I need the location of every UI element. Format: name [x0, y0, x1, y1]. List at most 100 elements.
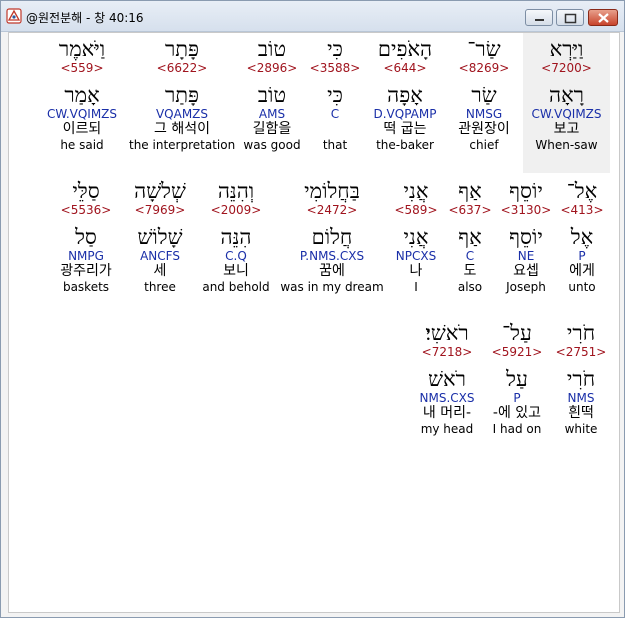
word-cell[interactable]: כִּי <3588> כִּי C that	[309, 37, 361, 152]
parsing-code: NMS.CXS	[419, 391, 475, 405]
english-gloss: also	[457, 280, 483, 294]
english-gloss: I had on	[492, 422, 542, 436]
strong-number: <5921>	[491, 345, 543, 359]
word-cell[interactable]: וַיַּרְא <7200> רָאָה CW.VQIMZS 보고 When-…	[523, 37, 610, 152]
parsing-code: NE	[517, 249, 535, 263]
hebrew-word: חֹרִי	[566, 321, 596, 345]
hebrew-lemma: אֲנִי	[403, 225, 429, 249]
parsing-code: VQAMZS	[155, 107, 209, 121]
word-cell[interactable]: פָּתָר <6622> פָּתַר VQAMZS 그 해석이 the in…	[129, 37, 235, 152]
korean-gloss: -에 있고	[492, 405, 542, 421]
hebrew-lemma: סַל	[75, 225, 97, 249]
close-icon	[598, 13, 609, 23]
word-cell[interactable]: סַלֵּי <5536> סַל NMPG 광주리가 baskets	[51, 179, 121, 294]
english-gloss: was good	[243, 138, 301, 152]
hebrew-word: שַׂר־	[467, 37, 501, 61]
english-gloss: chief	[469, 138, 499, 152]
hebrew-lemma: אֶל	[570, 225, 594, 249]
hebrew-word: עַל־	[502, 321, 532, 345]
minimize-button[interactable]	[525, 9, 553, 26]
hebrew-word: בַּחֲלוֹמִי	[304, 179, 360, 203]
english-gloss: he said	[60, 138, 104, 152]
korean-gloss: 도	[463, 263, 477, 279]
hebrew-word: וְהִנֵּה	[217, 179, 255, 203]
word-cell[interactable]: שְׁלֹשָׁה <7969> שָׁלוֹשׁ ANCFS 세 three	[125, 179, 195, 294]
hebrew-lemma: כִּי	[327, 83, 343, 107]
word-cell[interactable]: אֲנִי <589> אֲנִי NPCXS 나 I	[389, 179, 443, 294]
strong-number: <413>	[560, 203, 604, 217]
maximize-button[interactable]	[556, 9, 584, 26]
word-cell[interactable]: אֶל־ <413> אֶל P 에게 unto	[559, 179, 605, 294]
hebrew-lemma: עַל	[506, 367, 528, 391]
parsing-view: וַיַּרְא <7200> רָאָה CW.VQIMZS 보고 When-…	[8, 32, 620, 613]
hebrew-lemma: אָמַר	[64, 83, 100, 107]
english-gloss: I	[414, 280, 418, 294]
parsing-code: P	[578, 249, 586, 263]
parsing-code: CW.VQIMZS	[531, 107, 602, 121]
hebrew-word: וַיֹּאמֶר	[58, 37, 106, 61]
word-cell[interactable]: וְהִנֵּה <2009> הִנֵּה C.Q 보니 and behold	[199, 179, 273, 294]
english-gloss: the interpretation	[129, 138, 236, 152]
korean-gloss: 광주리가	[60, 263, 112, 279]
word-cell[interactable]: יוֹסֵף <3130> יוֹסֵף NE 요셉 Joseph	[499, 179, 553, 294]
word-cell[interactable]: הָאֹפִים <644> אָפָה D.VQPAMP 떡 굽는 the-b…	[363, 37, 447, 152]
korean-gloss: 내 머리-	[422, 405, 472, 421]
hebrew-lemma: שָׁלוֹשׁ	[137, 225, 183, 249]
hebrew-word: וַיַּרְא	[549, 37, 584, 61]
strong-number: <2751>	[555, 345, 607, 359]
hebrew-lemma: יוֹסֵף	[509, 225, 543, 249]
parsing-code: C	[465, 249, 475, 263]
hebrew-lemma: טוֹב	[257, 83, 287, 107]
korean-gloss: 흰떡	[568, 405, 594, 421]
hebrew-lemma: רֹאשׁ	[428, 367, 466, 391]
parsing-code: NMPG	[68, 249, 104, 263]
hebrew-lemma: חֲלוֹם	[311, 225, 353, 249]
title-bar[interactable]: @원전분해 - 창 40:16	[1, 1, 624, 32]
parsing-code: NMS	[567, 391, 595, 405]
strong-number: <2009>	[210, 203, 262, 217]
minimize-icon	[535, 19, 544, 21]
word-cell[interactable]: וַיֹּאמֶר <559> אָמַר CW.VQIMZS 이르되 he s…	[39, 37, 125, 152]
close-button[interactable]	[588, 9, 618, 26]
hebrew-lemma: רָאָה	[549, 83, 584, 107]
hebrew-lemma: הִנֵּה	[220, 225, 252, 249]
korean-gloss: 떡 굽는	[383, 121, 427, 137]
korean-gloss: 보고	[553, 121, 580, 137]
hebrew-word: אֲנִי	[403, 179, 429, 203]
english-gloss: baskets	[62, 280, 110, 294]
parsing-code: C.Q	[225, 249, 247, 263]
hebrew-lemma: חֹרִי	[566, 367, 596, 391]
strong-number: <5536>	[60, 203, 112, 217]
hebrew-word: סַלֵּי	[72, 179, 100, 203]
strong-number: <3130>	[500, 203, 552, 217]
word-cell[interactable]: רֹאשִׁי׃ <7218> רֹאשׁ NMS.CXS 내 머리- my h…	[409, 321, 485, 436]
korean-gloss: 세	[153, 263, 167, 279]
strong-number: <637>	[448, 203, 492, 217]
hebrew-word: פָּתָר	[164, 37, 200, 61]
parsing-code: P.NMS.CXS	[299, 249, 365, 263]
english-gloss: Joseph	[506, 280, 546, 294]
parsing-code: D.VQPAMP	[373, 107, 437, 121]
strong-number: <2472>	[306, 203, 358, 217]
app-icon	[6, 8, 22, 24]
parsing-code: NMSG	[465, 107, 503, 121]
word-cell[interactable]: חֹרִי <2751> חֹרִי NMS 흰떡 white	[555, 321, 607, 436]
hebrew-word: רֹאשִׁי׃	[425, 321, 469, 345]
word-cell[interactable]: טוֹב <2896> טוֹב AMS 길함을 was good	[239, 37, 305, 152]
word-cell[interactable]: בַּחֲלוֹמִי <2472> חֲלוֹם P.NMS.CXS 꿈에 w…	[277, 179, 387, 294]
word-cell[interactable]: שַׂר־ <8269> שַׂר NMSG 관원장이 chief	[447, 37, 521, 152]
strong-number: <2896>	[246, 61, 298, 75]
hebrew-lemma: אָפָה	[387, 83, 423, 107]
korean-gloss: 꿈에	[319, 263, 345, 279]
hebrew-word: טוֹב	[257, 37, 287, 61]
korean-gloss: 그 해석이	[154, 121, 210, 137]
word-cell[interactable]: עַל־ <5921> עַל P -에 있고 I had on	[485, 321, 549, 436]
korean-gloss: 보니	[223, 263, 249, 279]
english-gloss: my head	[420, 422, 474, 436]
parsing-code: ANCFS	[140, 249, 180, 263]
hebrew-word: יוֹסֵף	[509, 179, 543, 203]
maximize-icon	[564, 13, 577, 24]
window-title: @원전분해 - 창 40:16	[26, 11, 144, 25]
english-gloss: that	[322, 138, 348, 152]
word-cell[interactable]: אַף <637> אַף C 도 also	[447, 179, 493, 294]
